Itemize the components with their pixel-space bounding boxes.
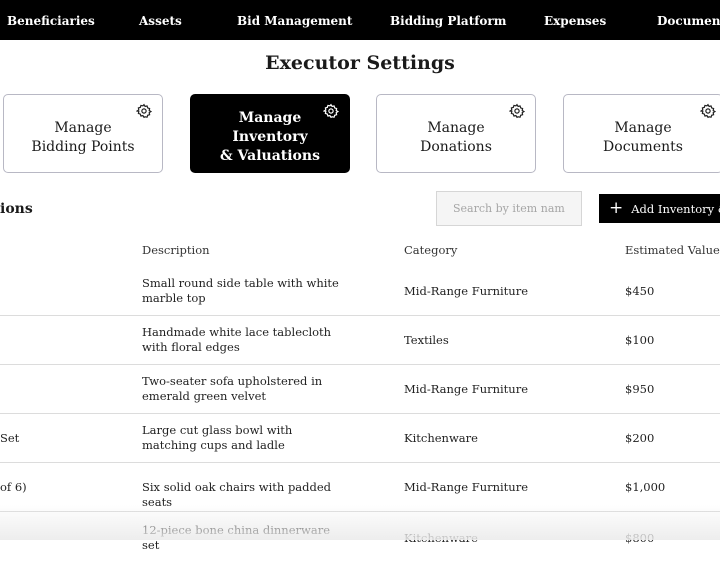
header-estimated-value: Estimated Value [625, 243, 720, 257]
gear-icon[interactable] [509, 103, 525, 119]
cell-value: $450 [625, 284, 655, 298]
cell-description: Six solid oak chairs with padded seats [142, 480, 332, 509]
page-title: Executor Settings [265, 52, 455, 74]
card-manage-donations[interactable]: Manage Donations [376, 94, 536, 173]
card-manage-bidding-points[interactable]: Manage Bidding Points [3, 94, 163, 173]
nav-beneficiaries[interactable]: Beneficiaries [7, 0, 95, 40]
header-category: Category [404, 243, 458, 257]
card-manage-documents[interactable]: Manage Documents [563, 94, 720, 173]
cell-description: 12-piece bone china dinnerware set [142, 523, 331, 552]
nav-expenses[interactable]: Expenses [544, 0, 606, 40]
table-row[interactable]: Two-seater sofa upholstered in emerald g… [0, 365, 720, 414]
cell-value: $200 [625, 431, 655, 445]
table-row[interactable]: Set Large cut glass bowl with matching c… [0, 414, 720, 463]
cell-description: Small round side table with white marble… [142, 276, 339, 305]
nav-assets[interactable]: Assets [139, 0, 182, 40]
gear-icon[interactable] [700, 103, 716, 119]
cell-category: Kitchenware [404, 531, 478, 545]
top-navigation: Beneficiaries Assets Bid Management Bidd… [0, 0, 720, 40]
cell-category: Kitchenware [404, 431, 478, 445]
card-manage-inventory[interactable]: Manage Inventory & Valuations [190, 94, 350, 173]
cell-category: Mid-Range Furniture [404, 480, 529, 494]
gear-icon[interactable] [136, 103, 152, 119]
cell-description: Handmade white lace tablecloth with flor… [142, 325, 332, 354]
cell-description: Two-seater sofa upholstered in emerald g… [142, 374, 323, 403]
cell-name: of 6) [0, 480, 27, 494]
cell-value: $800 [625, 531, 655, 545]
cell-value: $950 [625, 382, 655, 396]
cell-name: Set [0, 431, 20, 445]
plus-icon: + [609, 198, 624, 218]
add-inventory-button[interactable]: + Add Inventory & V [599, 194, 720, 223]
cell-value: $100 [625, 333, 655, 347]
nav-documents[interactable]: Documents [657, 0, 720, 40]
gear-icon[interactable] [323, 103, 339, 119]
cell-value: $1,000 [625, 480, 666, 494]
header-description: Description [142, 243, 210, 257]
cell-description: Large cut glass bowl with matching cups … [142, 423, 293, 452]
add-inventory-label: Add Inventory & V [631, 201, 720, 216]
search-input[interactable] [436, 191, 582, 226]
card-label: Manage Documents [603, 119, 683, 155]
table-row[interactable]: 12-piece bone china dinnerware set Kitch… [0, 512, 720, 561]
cell-category: Mid-Range Furniture [404, 382, 529, 396]
nav-bid-management[interactable]: Bid Management [237, 0, 352, 40]
table-row[interactable]: of 6) Six solid oak chairs with padded s… [0, 463, 720, 512]
table-row[interactable]: Small round side table with white marble… [0, 267, 720, 316]
section-title: ions [0, 201, 33, 217]
nav-bidding-platform[interactable]: Bidding Platform [390, 0, 506, 40]
table-row[interactable]: Handmade white lace tablecloth with flor… [0, 316, 720, 365]
cell-category: Textiles [404, 333, 449, 347]
card-label: Manage Donations [420, 119, 492, 155]
card-label: Manage Inventory & Valuations [220, 110, 320, 164]
cell-category: Mid-Range Furniture [404, 284, 529, 298]
card-label: Manage Bidding Points [31, 119, 135, 155]
